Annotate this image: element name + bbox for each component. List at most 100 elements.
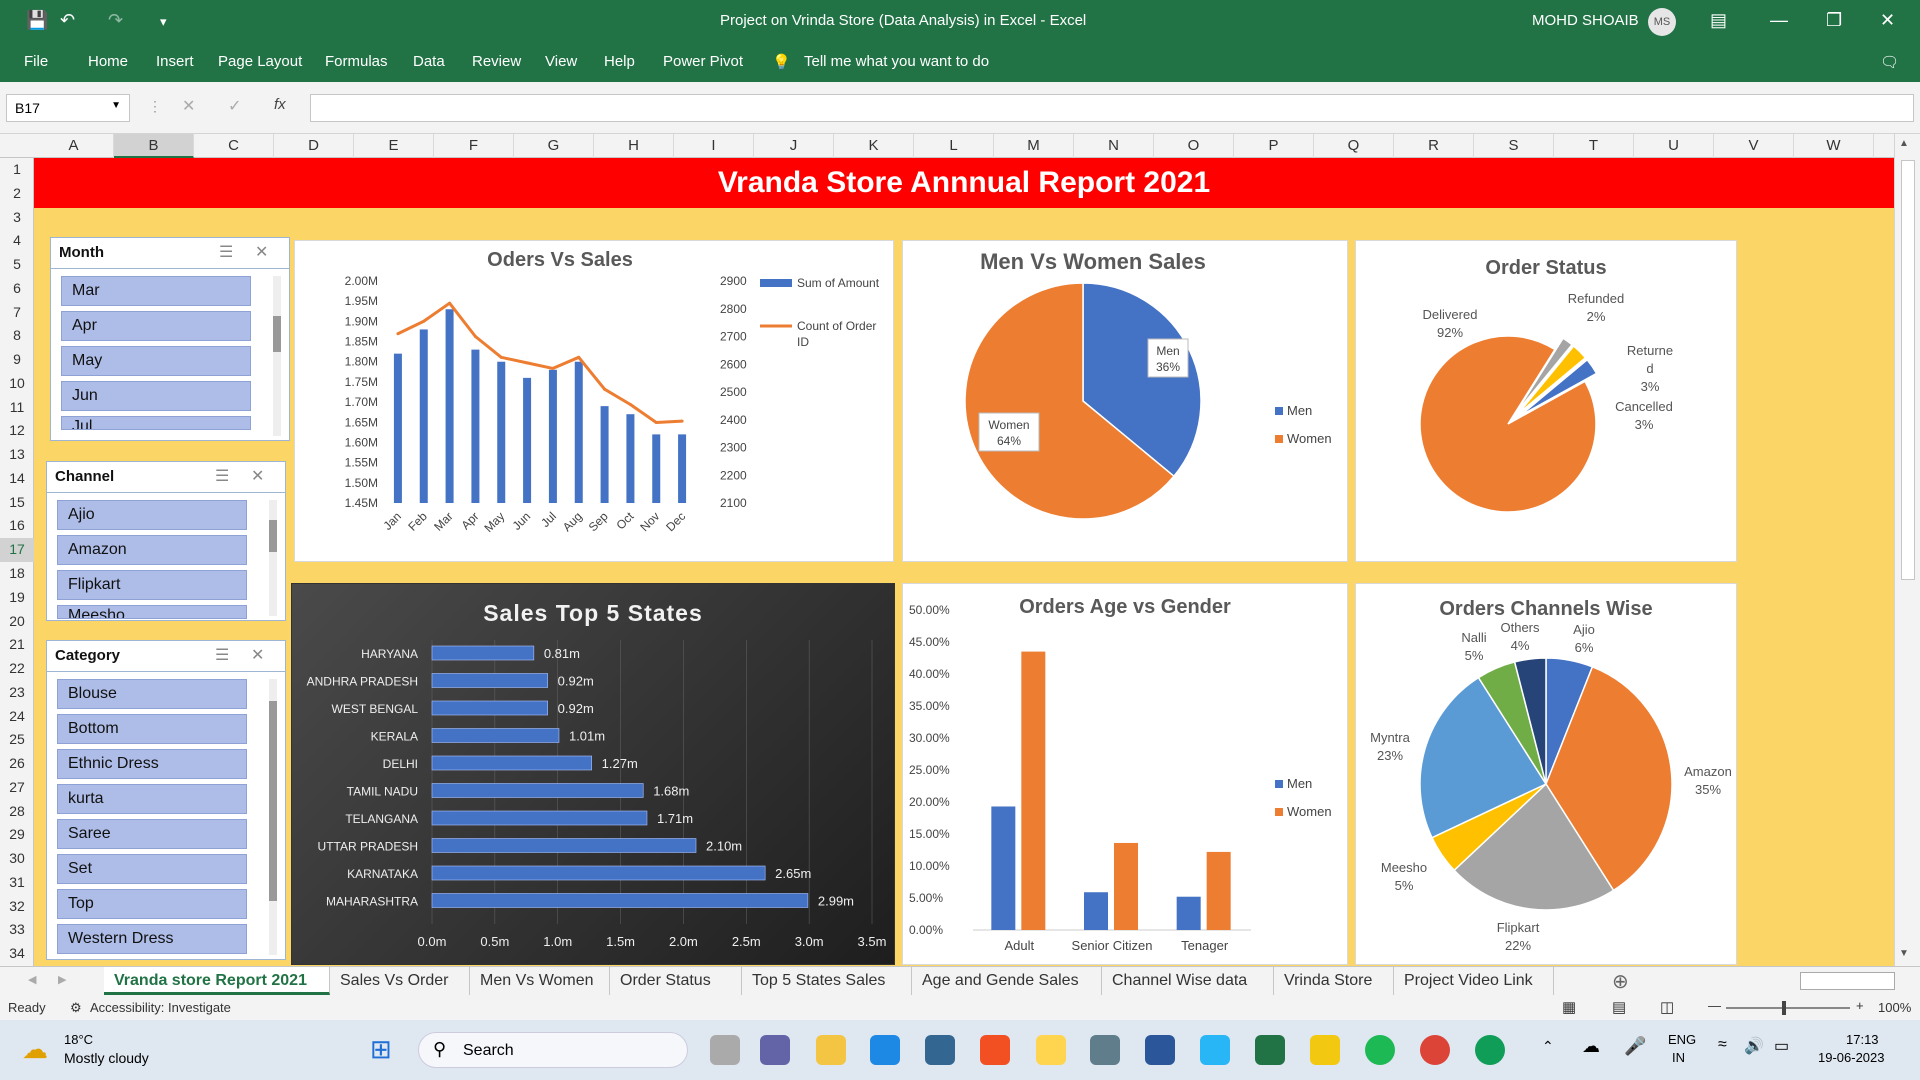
- clock-date[interactable]: 19-06-2023: [1818, 1050, 1885, 1065]
- slicer-item-ethnic-dress[interactable]: Ethnic Dress: [57, 749, 247, 779]
- slicer-item-may[interactable]: May: [61, 346, 251, 376]
- tell-me-search[interactable]: Tell me what you want to do: [804, 53, 989, 70]
- page-break-icon[interactable]: ◫: [1660, 998, 1674, 1016]
- tab-next-icon[interactable]: ▶: [58, 973, 66, 986]
- sheet-tab[interactable]: Vrinda Store: [1274, 967, 1394, 995]
- order-status-chart[interactable]: Order Status Delivered 92% Refunded 2% R…: [1355, 240, 1737, 562]
- page-layout-icon[interactable]: ▤: [1612, 998, 1626, 1016]
- zoom-out-icon[interactable]: —: [1708, 998, 1721, 1013]
- sheet-tab[interactable]: Channel Wise data: [1102, 967, 1274, 995]
- tab-help[interactable]: Help: [604, 53, 635, 70]
- zoom-level[interactable]: 100%: [1878, 1000, 1911, 1015]
- insert-function-icon[interactable]: fx: [274, 96, 286, 113]
- avatar[interactable]: MS: [1648, 8, 1676, 36]
- store-icon[interactable]: [980, 1035, 1010, 1065]
- slicer-item-blouse[interactable]: Blouse: [57, 679, 247, 709]
- minimize-icon[interactable]: —: [1770, 10, 1788, 31]
- name-box[interactable]: B17 ▼: [6, 94, 130, 122]
- sheet-tab[interactable]: Top 5 States Sales: [742, 967, 912, 995]
- taskbar-search[interactable]: ⚲ Search: [418, 1032, 688, 1068]
- category-slicer[interactable]: Category ☰ ✕ Blouse Bottom Ethnic Dress …: [46, 640, 286, 960]
- new-sheet-icon[interactable]: ⊕: [1612, 969, 1629, 994]
- slicer-item-flipkart[interactable]: Flipkart: [57, 570, 247, 600]
- slicer-item-apr[interactable]: Apr: [61, 311, 251, 341]
- tab-home[interactable]: Home: [88, 53, 128, 70]
- word-icon[interactable]: [1145, 1035, 1175, 1065]
- sheet-tab[interactable]: Order Status: [610, 967, 742, 995]
- slicer-item-kurta[interactable]: kurta: [57, 784, 247, 814]
- horizontal-scrollbar[interactable]: [1800, 972, 1895, 990]
- slicer-item-amazon[interactable]: Amazon: [57, 535, 247, 565]
- more-options-icon[interactable]: ⋮: [148, 98, 162, 115]
- task-view-icon[interactable]: [710, 1035, 740, 1065]
- slicer-item-jul[interactable]: Jul: [61, 416, 251, 430]
- volume-icon[interactable]: 🔊: [1744, 1036, 1764, 1056]
- remote-desktop-icon[interactable]: [870, 1035, 900, 1065]
- postgres-icon[interactable]: [925, 1035, 955, 1065]
- spotify-icon[interactable]: [1365, 1035, 1395, 1065]
- chrome-profile-icon[interactable]: [1475, 1035, 1505, 1065]
- top-states-chart[interactable]: Sales Top 5 States 0.0m 0.5m 1.0m 1.5m 2.0m 2…: [291, 583, 895, 965]
- slicer-scrollbar[interactable]: [273, 276, 281, 436]
- men-women-chart[interactable]: Men Vs Women Sales Men 36% Women 64% Men…: [902, 240, 1348, 562]
- file-explorer-icon[interactable]: [816, 1035, 846, 1065]
- notes-icon[interactable]: [1036, 1035, 1066, 1065]
- language-top[interactable]: ENG: [1668, 1032, 1696, 1047]
- cancel-icon[interactable]: ✕: [182, 96, 195, 116]
- tab-data[interactable]: Data: [413, 53, 445, 70]
- customize-qat-icon[interactable]: ▾: [160, 14, 167, 30]
- tab-prev-icon[interactable]: ◀: [28, 973, 36, 986]
- battery-icon[interactable]: ▭: [1774, 1036, 1789, 1056]
- restore-icon[interactable]: ❐: [1826, 10, 1842, 31]
- tab-formulas[interactable]: Formulas: [325, 53, 388, 70]
- notepad-icon[interactable]: [1200, 1035, 1230, 1065]
- clear-filter-icon[interactable]: ✕: [251, 645, 264, 665]
- chrome-icon[interactable]: [1420, 1035, 1450, 1065]
- slicer-item-saree[interactable]: Saree: [57, 819, 247, 849]
- tray-chevron-icon[interactable]: ⌃: [1542, 1038, 1554, 1055]
- tab-insert[interactable]: Insert: [156, 53, 194, 70]
- slicer-item-jun[interactable]: Jun: [61, 381, 251, 411]
- close-icon[interactable]: ✕: [1880, 10, 1895, 31]
- wifi-icon[interactable]: ≈: [1718, 1036, 1727, 1054]
- excel-icon[interactable]: [1255, 1035, 1285, 1065]
- orders-sales-chart[interactable]: Oders Vs Sales Sum of Amount Count of Or…: [294, 240, 894, 562]
- age-gender-chart[interactable]: Orders Age vs Gender Men Women 50.00% 45.…: [902, 583, 1348, 965]
- slicer-scrollbar[interactable]: [269, 679, 277, 955]
- slicer-item-top[interactable]: Top: [57, 889, 247, 919]
- clear-filter-icon[interactable]: ✕: [255, 242, 268, 262]
- multi-select-icon[interactable]: ☰: [215, 466, 229, 486]
- tab-power-pivot[interactable]: Power Pivot: [663, 53, 743, 70]
- formula-input[interactable]: [310, 94, 1914, 122]
- slicer-item-set[interactable]: Set: [57, 854, 247, 884]
- zoom-thumb[interactable]: [1782, 1001, 1786, 1015]
- enter-icon[interactable]: ✓: [228, 96, 241, 116]
- tab-view[interactable]: View: [545, 53, 577, 70]
- slicer-scrollbar[interactable]: [269, 500, 277, 616]
- weather-icon[interactable]: ☁: [22, 1034, 48, 1065]
- tab-file[interactable]: File: [24, 53, 48, 70]
- save-icon[interactable]: 💾: [26, 10, 48, 31]
- accessibility-status[interactable]: Accessibility: Investigate: [90, 1000, 231, 1015]
- onedrive-icon[interactable]: ☁: [1582, 1036, 1600, 1057]
- multi-select-icon[interactable]: ☰: [215, 645, 229, 665]
- powerbi-icon[interactable]: [1310, 1035, 1340, 1065]
- microphone-icon[interactable]: 🎤: [1624, 1036, 1646, 1057]
- normal-view-icon[interactable]: ▦: [1562, 998, 1576, 1016]
- teams-icon[interactable]: [760, 1035, 790, 1065]
- clear-filter-icon[interactable]: ✕: [251, 466, 264, 486]
- month-slicer[interactable]: Month ☰ ✕ Mar Apr May Jun Jul: [50, 237, 290, 441]
- sheet-tab[interactable]: Vranda store Report 2021: [104, 967, 330, 995]
- redo-icon[interactable]: ↷: [108, 10, 123, 31]
- sheet-tab[interactable]: Men Vs Women: [470, 967, 610, 995]
- channel-slicer[interactable]: Channel ☰ ✕ Ajio Amazon Flipkart Meesho: [46, 461, 286, 621]
- sheet-tab[interactable]: Project Video Link: [1394, 967, 1554, 995]
- slicer-item-meesho[interactable]: Meesho: [57, 605, 247, 619]
- slicer-item-mar[interactable]: Mar: [61, 276, 251, 306]
- tab-page-layout[interactable]: Page Layout: [218, 53, 302, 70]
- calculator-icon[interactable]: [1090, 1035, 1120, 1065]
- slicer-item-ajio[interactable]: Ajio: [57, 500, 247, 530]
- slicer-item-western-dress[interactable]: Western Dress: [57, 924, 247, 954]
- tab-review[interactable]: Review: [472, 53, 521, 70]
- zoom-slider[interactable]: [1726, 1007, 1850, 1009]
